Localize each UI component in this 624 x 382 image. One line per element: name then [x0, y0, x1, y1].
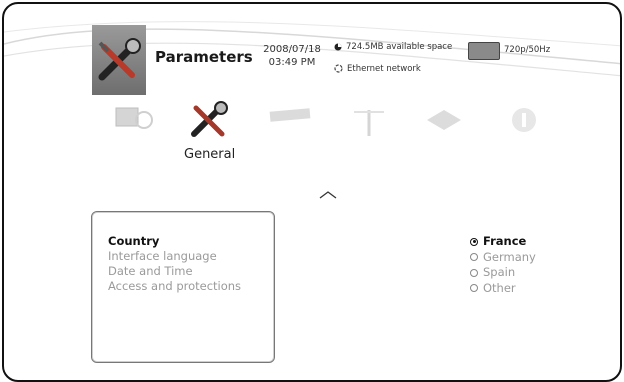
circuit-board-icon[interactable]	[419, 100, 469, 140]
datetime: 2008/07/18 03:49 PM	[256, 43, 328, 69]
network-text: Ethernet network	[347, 64, 421, 74]
option-other[interactable]: Other	[470, 281, 536, 297]
menu-item-date-and-time[interactable]: Date and Time	[108, 264, 241, 279]
option-label: Germany	[483, 249, 536, 264]
info-icon[interactable]	[499, 100, 549, 140]
network-status: Ethernet network	[334, 64, 421, 74]
country-options: France Germany Spain Other	[470, 234, 536, 296]
option-label: France	[483, 234, 527, 248]
disk-usage-icon	[334, 43, 342, 50]
settings-menu: Country Interface language Date and Time…	[108, 234, 241, 294]
option-france[interactable]: France	[470, 234, 536, 250]
option-label: Spain	[483, 265, 516, 279]
date-text: 2008/07/18	[263, 44, 321, 55]
parameters-header-icon	[92, 25, 146, 95]
network-icon	[334, 64, 343, 73]
menu-item-interface-language[interactable]: Interface language	[108, 249, 241, 264]
tv-output-icon	[468, 42, 500, 60]
option-spain[interactable]: Spain	[470, 265, 536, 281]
menu-item-country[interactable]: Country	[108, 234, 241, 249]
tools-icon[interactable]	[186, 100, 236, 140]
tv-screen-frame: Parameters 2008/07/18 03:49 PM 724.5MB a…	[2, 2, 622, 382]
storage-status: 724.5MB available space	[334, 42, 452, 52]
radio-selected-icon	[470, 237, 478, 246]
storage-text: 724.5MB available space	[346, 42, 453, 52]
active-category-label: General	[184, 147, 236, 162]
time-text: 03:49 PM	[268, 57, 316, 68]
radio-empty-icon	[470, 268, 478, 277]
radio-empty-icon	[470, 253, 478, 262]
menu-item-access-and-protections[interactable]: Access and protections	[108, 279, 241, 294]
remote-control-icon[interactable]	[266, 100, 316, 140]
video-mode-text: 720p/50Hz	[504, 45, 551, 55]
option-label: Other	[483, 280, 516, 295]
radio-empty-icon	[470, 284, 478, 293]
page-title: Parameters	[155, 48, 253, 66]
chevron-up-icon[interactable]	[318, 190, 338, 200]
option-germany[interactable]: Germany	[470, 250, 536, 266]
antenna-icon[interactable]	[344, 100, 394, 140]
display-settings-icon[interactable]	[112, 100, 162, 140]
tools-icon	[98, 38, 141, 81]
